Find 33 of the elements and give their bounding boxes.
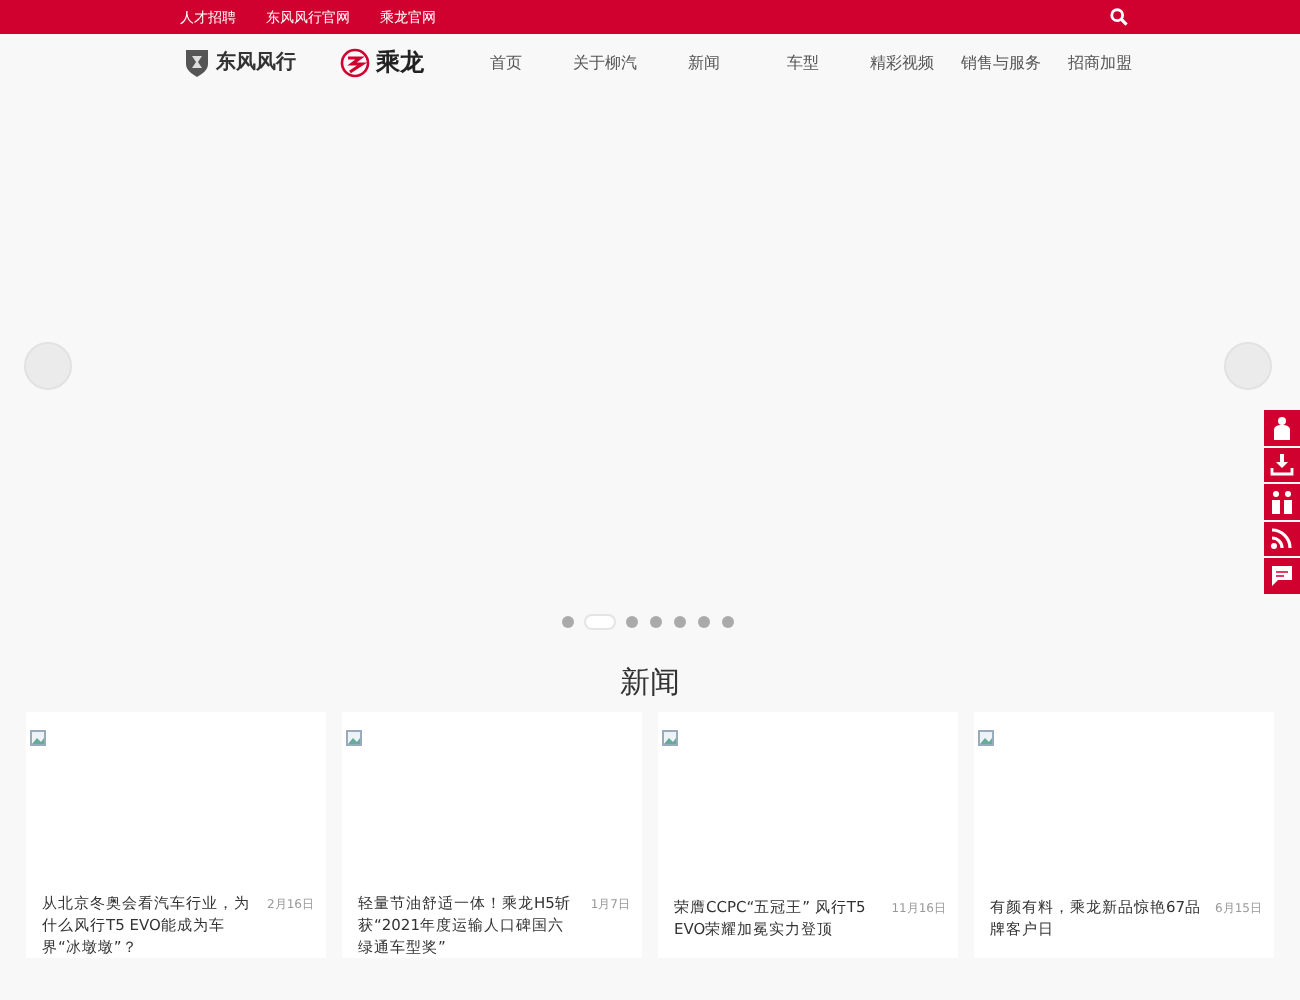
people-icon (1270, 489, 1294, 514)
side-tool-button[interactable] (1264, 521, 1300, 556)
broken-image-icon (978, 730, 994, 746)
slide-dot[interactable] (650, 616, 662, 628)
message-icon (1270, 563, 1294, 588)
side-tool-button[interactable] (1264, 447, 1300, 482)
rss-icon (1270, 526, 1294, 551)
broken-image-icon (662, 730, 678, 746)
nav-link[interactable]: 招商加盟 (1050, 51, 1149, 73)
dragon-logo-icon (340, 47, 370, 77)
nav-link[interactable]: 新闻 (654, 51, 753, 73)
section-title: 新闻 (618, 664, 682, 700)
nav-link[interactable]: 首页 (456, 51, 555, 73)
slide-dot[interactable] (722, 616, 734, 628)
broken-image-icon (346, 730, 362, 746)
shield-logo-icon (184, 47, 210, 77)
slide-dot[interactable] (698, 616, 710, 628)
logo-text: 东风风行 (216, 48, 296, 76)
slide-dot[interactable] (626, 616, 638, 628)
person-icon (1270, 415, 1294, 440)
download-icon (1270, 452, 1294, 477)
side-tool-button[interactable] (1264, 558, 1300, 593)
side-tool-button[interactable] (1264, 484, 1300, 519)
nav-link[interactable]: 车型 (753, 51, 852, 73)
search-icon[interactable] (1110, 8, 1128, 26)
slide-dot[interactable] (562, 616, 574, 628)
broken-image-icon (30, 730, 46, 746)
side-tool-button[interactable] (1264, 410, 1300, 445)
slide-dot[interactable] (674, 616, 686, 628)
nav-link[interactable]: 精彩视频 (852, 51, 951, 73)
nav-link[interactable]: 销售与服务 (951, 51, 1050, 73)
logo-text: 乘龙 (376, 45, 424, 79)
nav-link[interactable]: 关于柳汽 (555, 51, 654, 73)
